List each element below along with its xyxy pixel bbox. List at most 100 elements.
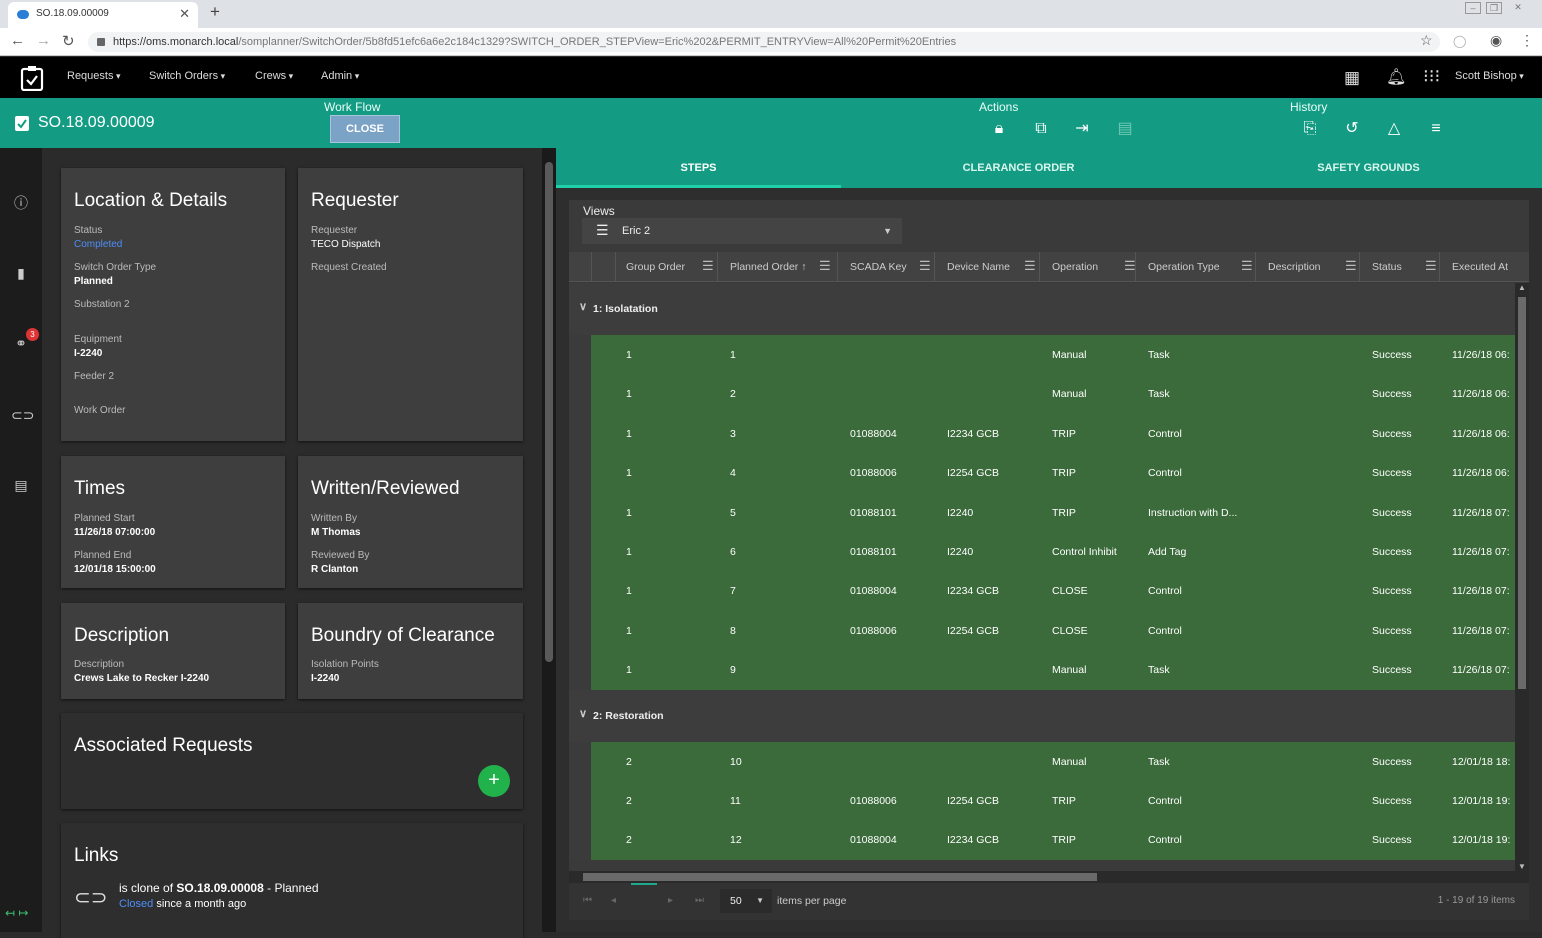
browser-menu-icon[interactable]: ⋮ [1520,32,1534,49]
scroll-down-icon[interactable]: ▼ [1518,862,1526,871]
column-divider [1439,252,1440,282]
table-row[interactable]: 1 1 Manual Task Success 11/26/18 06: [569,335,1515,375]
lock-icon[interactable]: 🔒︎ [990,120,1008,138]
next-page-icon[interactable]: ▸ [668,895,673,906]
export-icon[interactable]: ⇥ [1073,120,1091,138]
checklist-icon[interactable]: ≡ [1427,120,1445,138]
browser-tab[interactable]: SO.18.09.00009 ✕ [8,2,198,28]
column-header[interactable]: Device Name [947,261,1010,273]
restore-icon[interactable]: ❐ [1486,2,1502,14]
minimize-icon[interactable]: – [1465,2,1481,14]
column-header[interactable]: Operation [1052,261,1098,273]
profile-icon[interactable]: ◉ [1490,32,1502,49]
table-cell: CLOSE [1052,624,1088,637]
table-cell: 11/26/18 06: [1452,349,1510,361]
column-header[interactable]: Description [1268,261,1321,273]
column-menu-icon[interactable]: ☰ [819,259,831,272]
scroll-up-icon[interactable]: ▲ [1518,283,1526,292]
linked-order-id[interactable]: SO.18.09.00008 [176,881,263,895]
nav-switch-orders[interactable]: Switch Orders [149,70,225,82]
column-menu-icon[interactable]: ☰ [1425,259,1437,272]
view-select[interactable]: ☰ Eric 2 ▼ [582,218,902,244]
link-status-line: Closed since a month ago [119,898,246,910]
column-menu-icon[interactable]: ☰ [1345,259,1357,272]
column-menu-icon[interactable]: ☰ [702,259,714,272]
column-divider [1359,252,1360,282]
attachment-icon[interactable]: ⊂⊃ [11,405,34,425]
column-header[interactable]: Planned Order ↑ [730,261,806,273]
close-workflow-button[interactable]: CLOSE [330,115,400,143]
tab-close-icon[interactable]: ✕ [179,2,190,26]
table-cell: 11 [730,795,741,807]
column-menu-icon[interactable]: ☰ [1124,259,1136,272]
details-scrollbar[interactable] [542,148,556,932]
table-row[interactable]: 2 11 01088006 I2254 GCB TRIP Control Success 12… [569,781,1515,821]
prev-page-icon[interactable]: ◂ [611,895,616,906]
tab-clearance-order[interactable]: CLEARANCE ORDER [876,162,1161,174]
bookmark-star-icon[interactable]: ☆ [1420,32,1433,49]
user-menu[interactable]: Scott Bishop [1455,70,1524,82]
tab-safety-grounds[interactable]: SAFETY GROUNDS [1226,162,1511,174]
collapse-expand-icon[interactable]: ↤ ↦ [5,906,28,920]
table-row[interactable]: 1 7 01088004 I2234 GCB CLOSE Control Success 11… [569,571,1515,611]
table-row[interactable]: 1 5 01088101 I2240 TRIP Instruction with D...… [569,492,1515,532]
column-menu-icon[interactable]: ☰ [1024,259,1036,272]
table-row[interactable]: 1 9 Manual Task Success 11/26/18 07: [569,650,1515,690]
first-page-icon[interactable]: ⏮ [583,895,592,906]
table-cell: 10 [730,755,742,768]
column-header[interactable]: SCADA Key [850,261,907,273]
restore-file-icon[interactable]: ⎘ [1301,120,1319,138]
url-field[interactable]: https://oms.monarch.local/somplanner/Swi… [88,32,1440,52]
table-row[interactable]: 2 12 01088004 I2234 GCB TRIP Control Success 12… [569,820,1515,860]
column-header[interactable]: Operation Type [1148,261,1220,273]
bell-icon[interactable]: 🔔︎ [1386,67,1406,87]
nav-crews[interactable]: Crews [255,70,293,82]
table-row[interactable]: 1 2 Manual Task Success 11/26/18 06: [569,374,1515,414]
grid-vertical-scrollbar[interactable]: ▲ ▼ [1515,283,1529,871]
info-icon[interactable]: ⓘ [11,193,31,213]
window-close-icon[interactable]: ✕ [1510,2,1526,14]
group-row[interactable]: ∨ 2: Restoration [569,689,1515,742]
column-header[interactable]: Group Order [626,261,685,273]
scroll-thumb[interactable] [545,162,553,662]
calendar-icon[interactable]: ▤ [1116,120,1134,138]
column-menu-icon[interactable]: ☰ [919,259,931,272]
dashboard-icon[interactable]: ▦ [1344,68,1360,88]
isolation-points-label: Isolation Points [311,659,379,670]
column-menu-icon[interactable]: ☰ [1241,259,1253,272]
card-title: Written/Reviewed [311,478,460,499]
table-row[interactable]: 1 4 01088006 I2254 GCB TRIP Control Success 11/… [569,453,1515,493]
work-order-label: Work Order [74,405,126,416]
table-row[interactable]: 1 3 01088004 I2234 GCB TRIP Control Success 11/… [569,413,1515,454]
reload-icon[interactable]: ↻ [62,32,75,50]
comment-icon[interactable]: ▤ [11,475,31,495]
column-header[interactable]: Status [1372,261,1402,273]
page-size-select[interactable]: 50 ▼ [720,889,772,913]
last-page-icon[interactable]: ⏭ [695,895,704,906]
grid-horizontal-scrollbar[interactable] [569,871,1529,883]
nav-requests[interactable]: Requests [67,70,121,82]
clipboard-alert-icon[interactable]: ▮ [11,263,31,283]
add-request-button[interactable]: + [478,765,510,797]
scroll-thumb[interactable] [583,873,1097,881]
history-icon[interactable]: ↺ [1343,120,1361,138]
group-row[interactable]: ∨ 1: Isolatation [569,283,1515,335]
new-tab-button[interactable]: + [210,2,220,22]
table-row[interactable]: 1 6 01088101 I2240 Control Inhibit Add Tag Suc… [569,532,1515,572]
chevron-down-icon[interactable]: ∨ [579,300,587,313]
chevron-down-icon[interactable]: ∨ [579,707,587,720]
apps-grid-icon[interactable]: ⁝⁝⁝ [1423,66,1440,87]
table-row[interactable]: 1 8 01088006 I2254 GCB CLOSE Control Success 11… [569,610,1515,651]
forward-icon[interactable]: → [36,32,51,49]
back-icon[interactable]: ← [10,32,25,49]
copy-icon[interactable]: ⧉ [1032,120,1050,138]
warning-triangle-icon[interactable]: △ [1385,120,1403,138]
table-row[interactable]: 2 10 Manual Task Success 12/01/18 18: [569,741,1515,781]
table-cell: TRIP [1052,467,1076,480]
clipboard-check-icon[interactable] [20,65,44,91]
scroll-thumb[interactable] [1518,297,1526,689]
extension-icon[interactable]: ◯ [1453,34,1466,48]
column-header[interactable]: Executed At [1452,261,1508,273]
tab-steps[interactable]: STEPS [556,162,841,174]
nav-admin[interactable]: Admin [321,70,359,82]
